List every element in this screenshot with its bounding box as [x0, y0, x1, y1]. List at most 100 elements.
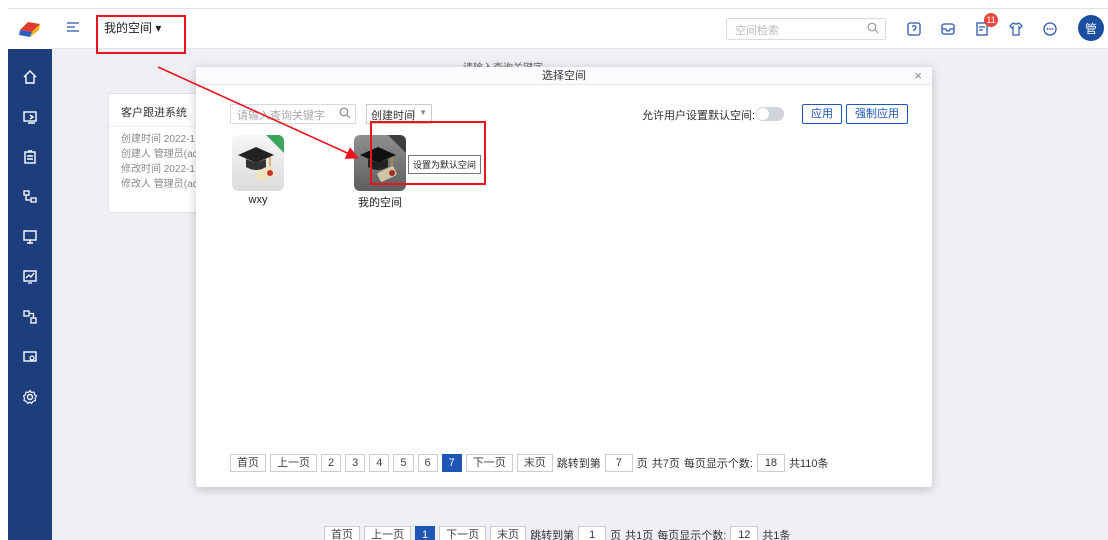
- screen-icon: [23, 351, 37, 362]
- page-button-current[interactable]: 1: [415, 526, 436, 540]
- nav-home[interactable]: [8, 57, 52, 97]
- annotation-box-set-default: [370, 121, 486, 185]
- page-button-current[interactable]: 7: [441, 454, 462, 472]
- card-row: 修改时间 2022-1: [121, 164, 195, 175]
- card-row: 创建人 管理员(ac: [121, 149, 198, 160]
- page-button[interactable]: 3: [345, 454, 366, 472]
- chart-icon: [23, 270, 37, 284]
- home-icon: [23, 70, 37, 84]
- menu-icon: [67, 22, 79, 32]
- monitor-icon: [23, 230, 37, 244]
- theme-button[interactable]: [1006, 19, 1026, 39]
- search-icon[interactable]: [867, 22, 879, 37]
- jump-label: 跳转到第: [530, 530, 575, 540]
- first-page-button[interactable]: 首页: [324, 526, 360, 540]
- total-pages: 共1页: [625, 530, 654, 540]
- space-search-input[interactable]: 空间检索: [726, 18, 886, 40]
- page-unit: 页: [636, 458, 648, 470]
- last-page-button[interactable]: 末页: [490, 526, 527, 540]
- dialog-pagination: 首页 上一页 2 3 4 5 6 7 下一页 末页 跳转到第 7 页 共7页 每…: [230, 454, 828, 472]
- sidebar: [8, 9, 52, 540]
- page-unit: 页: [610, 530, 622, 540]
- allow-default-toggle[interactable]: [756, 107, 784, 121]
- total-pages: 共7页: [651, 458, 680, 470]
- dialog-header: 选择空间 ×: [196, 67, 932, 85]
- logo-icon: [19, 22, 40, 37]
- next-page-button[interactable]: 下一页: [465, 454, 513, 472]
- org-icon: [23, 190, 37, 203]
- per-page-label: 每页显示个数:: [683, 458, 753, 470]
- nav-monitor[interactable]: [8, 217, 52, 257]
- prev-page-button[interactable]: 上一页: [364, 526, 411, 540]
- more-button[interactable]: [1040, 19, 1060, 39]
- annotation-box-space-selector: [96, 15, 186, 54]
- user-avatar[interactable]: 管: [1078, 15, 1104, 41]
- space-search-placeholder: 空间检索: [735, 25, 779, 37]
- space-name: 我的空间: [358, 197, 402, 209]
- help-button[interactable]: [904, 19, 924, 39]
- notification-button[interactable]: 11: [972, 13, 998, 39]
- prev-page-button[interactable]: 上一页: [270, 454, 317, 472]
- space-card[interactable]: 客户跟进系统 创建时间 2022-1 创建人 管理员(ac 修改时间 2022-…: [108, 93, 208, 213]
- card-title: 客户跟进系统: [121, 107, 187, 119]
- inbox-icon: [941, 23, 955, 35]
- per-page-input[interactable]: 12: [730, 526, 759, 540]
- page-button[interactable]: 5: [393, 454, 414, 472]
- nav-screen[interactable]: [8, 337, 52, 377]
- per-page-label: 每页显示个数:: [657, 530, 727, 540]
- dialog-search-placeholder: 请输入查询关键字: [237, 110, 325, 122]
- space-item-wxy[interactable]: wxy: [230, 135, 286, 206]
- page-jump-input[interactable]: 1: [578, 526, 607, 540]
- flow-icon: [23, 310, 37, 324]
- sidebar-nav: [8, 57, 52, 417]
- card-row: 创建时间 2022-1: [121, 134, 195, 145]
- clipboard-icon: [24, 150, 36, 164]
- space-name: wxy: [248, 194, 268, 206]
- dialog-search-input[interactable]: 请输入查询关键字: [230, 104, 356, 124]
- jump-label: 跳转到第: [556, 458, 601, 470]
- page-jump-input[interactable]: 7: [604, 454, 633, 472]
- close-icon[interactable]: ×: [914, 67, 922, 85]
- card-row: 修改人 管理员(ac: [121, 179, 198, 190]
- page-button[interactable]: 6: [417, 454, 438, 472]
- home-corner-icon: [266, 135, 284, 153]
- chevron-down-icon: ▼: [414, 108, 427, 117]
- total-count: 共1条: [762, 530, 791, 540]
- settings-icon: [22, 389, 38, 405]
- card-info: 创建时间 2022-1 创建人 管理员(ac 修改时间 2022-1 修改人 管…: [121, 132, 198, 192]
- force-apply-button[interactable]: 强制应用: [846, 104, 908, 124]
- help-icon: [907, 22, 921, 36]
- space-icon: [232, 135, 284, 191]
- notification-badge: 11: [984, 13, 998, 27]
- toggle-knob: [757, 108, 769, 120]
- top-header: 我的空间 ▾ 空间检索 11 管: [52, 9, 1108, 49]
- app-logo[interactable]: [8, 9, 52, 49]
- background-pagination: 首页 上一页 1 下一页 末页 跳转到第 1 页 共1页 每页显示个数: 12 …: [324, 526, 790, 540]
- nav-settings[interactable]: [8, 377, 52, 417]
- import-icon: [23, 111, 37, 124]
- app-frame: 我的空间 ▾ 空间检索 11 管 客户跟进系统 创建时间 2022-1 创建人 …: [8, 8, 1108, 540]
- search-icon[interactable]: [339, 107, 351, 122]
- nav-flow[interactable]: [8, 297, 52, 337]
- last-page-button[interactable]: 末页: [516, 454, 553, 472]
- page-button[interactable]: 4: [369, 454, 390, 472]
- nav-import[interactable]: [8, 97, 52, 137]
- per-page-input[interactable]: 18: [756, 454, 785, 472]
- shirt-icon: [1009, 22, 1023, 36]
- next-page-button[interactable]: 下一页: [439, 526, 487, 540]
- dialog-title: 选择空间: [542, 70, 586, 82]
- apply-button[interactable]: 应用: [802, 104, 842, 124]
- more-icon: [1043, 22, 1057, 36]
- nav-org[interactable]: [8, 177, 52, 217]
- total-count: 共110条: [788, 458, 829, 470]
- first-page-button[interactable]: 首页: [230, 454, 266, 472]
- menu-toggle-button[interactable]: [66, 21, 80, 36]
- allow-default-label: 允许用户设置默认空间:: [642, 110, 756, 122]
- select-space-dialog: 选择空间 × 请输入查询关键字 创建时间 ▼ 允许用户设置默认空间: 应用 强制…: [196, 67, 932, 487]
- nav-clipboard[interactable]: [8, 137, 52, 177]
- nav-chart[interactable]: [8, 257, 52, 297]
- header-actions: 11: [904, 13, 1060, 39]
- message-button[interactable]: [938, 19, 958, 39]
- page-button[interactable]: 2: [321, 454, 342, 472]
- card-divider: [109, 126, 207, 127]
